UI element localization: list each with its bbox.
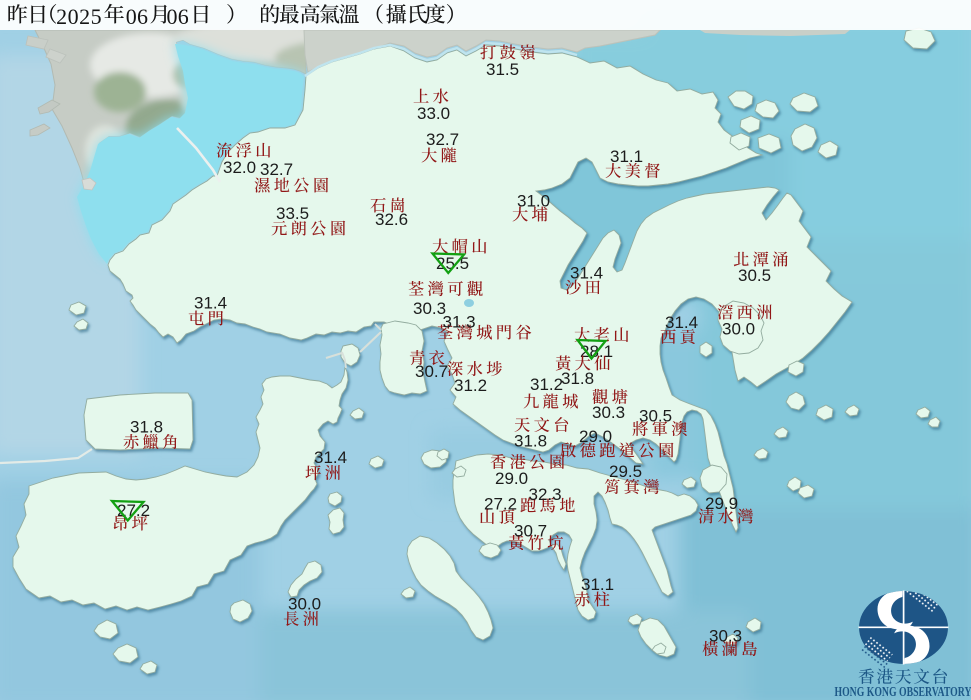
svg-text:32.7: 32.7 [426,130,459,149]
svg-text:5: 5 [91,4,102,29]
svg-text:31.3: 31.3 [443,312,476,331]
svg-text:31.4: 31.4 [194,293,227,312]
svg-text:30.3: 30.3 [709,626,742,645]
svg-text:31.4: 31.4 [570,263,603,282]
svg-text:29.0: 29.0 [495,469,528,488]
svg-text:31.4: 31.4 [665,313,698,332]
svg-text:32.6: 32.6 [375,210,408,229]
svg-text:30.3: 30.3 [413,299,446,318]
svg-text:0: 0 [126,4,137,29]
svg-text:32.7: 32.7 [260,160,293,179]
svg-text:33.0: 33.0 [417,104,450,123]
svg-text:31.5: 31.5 [486,60,519,79]
svg-text:29.9: 29.9 [705,494,738,513]
svg-text:31.4: 31.4 [314,448,347,467]
svg-text:27.2: 27.2 [484,494,517,513]
svg-text:30.5: 30.5 [738,266,771,285]
svg-text:29.5: 29.5 [609,462,642,481]
svg-text:32.0: 32.0 [223,158,256,177]
svg-text:30.0: 30.0 [722,319,755,338]
svg-text:2: 2 [56,4,67,29]
svg-text:29.0: 29.0 [579,427,612,446]
svg-text:HONG KONG OBSERVATORY: HONG KONG OBSERVATORY [835,684,971,699]
svg-text:30.3: 30.3 [592,403,625,422]
svg-text:30.5: 30.5 [639,406,672,425]
svg-text:30.7: 30.7 [415,362,448,381]
svg-text:0: 0 [68,4,79,29]
svg-text:31.8: 31.8 [561,369,594,388]
svg-text:31.1: 31.1 [610,147,643,166]
svg-text:6: 6 [178,4,189,29]
svg-text:2: 2 [79,4,90,29]
svg-text:31.2: 31.2 [454,376,487,395]
svg-text:33.5: 33.5 [276,204,309,223]
svg-text:0: 0 [167,4,178,29]
svg-text:31.2: 31.2 [530,375,563,394]
svg-text:30.7: 30.7 [514,521,547,540]
svg-text:32.3: 32.3 [529,485,562,504]
svg-text:31.0: 31.0 [517,191,550,210]
svg-text:6: 6 [137,4,148,29]
svg-text:31.8: 31.8 [130,417,163,436]
svg-text:31.1: 31.1 [581,575,614,594]
svg-text:27.2: 27.2 [117,501,150,520]
svg-text:30.0: 30.0 [288,594,321,613]
svg-text:31.8: 31.8 [514,431,547,450]
